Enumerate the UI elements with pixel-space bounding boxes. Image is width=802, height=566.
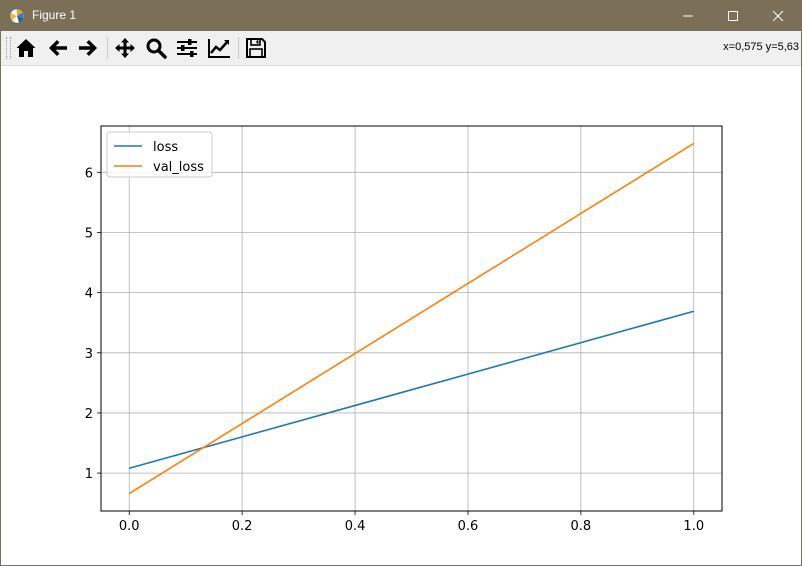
figure-canvas[interactable]: 0.0 0.2 0.4 0.6 0.8 1.0 1 2 3 4 5 6 loss val_loss (1, 66, 801, 565)
minimize-icon (683, 15, 693, 17)
x-tick-label: 0.0 (119, 519, 140, 534)
magnifier-icon (146, 38, 167, 59)
pan-button[interactable] (111, 34, 139, 62)
toolbar-separator (107, 37, 108, 59)
x-tick-label: 0.2 (232, 519, 253, 534)
toolbar-grip[interactable] (6, 37, 11, 59)
minimize-button[interactable] (665, 1, 711, 31)
x-tick-label: 1.0 (683, 519, 704, 534)
legend-label: val_loss (153, 160, 204, 175)
subplots-button[interactable] (173, 34, 201, 62)
legend: loss val_loss (106, 131, 213, 178)
matplotlib-logo-icon (9, 8, 25, 24)
floppy-disk-icon (246, 38, 266, 58)
plot: 0.0 0.2 0.4 0.6 0.8 1.0 1 2 3 4 5 6 loss val_loss (85, 125, 723, 534)
navigation-toolbar: x=0,575 y=5,63 (1, 31, 801, 66)
arrow-left-icon (49, 40, 67, 56)
arrow-right-icon (79, 40, 97, 56)
y-tick-label: 6 (85, 166, 93, 181)
x-tick-label: 0.4 (345, 519, 366, 534)
y-tick-label: 3 (85, 347, 93, 362)
y-tick-label: 4 (85, 287, 93, 302)
save-button[interactable] (242, 34, 270, 62)
home-icon (16, 39, 36, 57)
y-tick-label: 5 (85, 226, 93, 241)
back-button[interactable] (44, 34, 72, 62)
x-tick-label: 0.8 (571, 519, 592, 534)
zoom-button[interactable] (142, 34, 170, 62)
edit-axes-button[interactable] (205, 34, 233, 62)
maximize-icon (728, 11, 738, 21)
move-icon (115, 38, 135, 58)
close-button[interactable] (755, 1, 801, 31)
forward-button[interactable] (74, 34, 102, 62)
home-button[interactable] (12, 34, 40, 62)
y-tick-label: 1 (85, 467, 93, 482)
y-tick-label: 2 (85, 407, 93, 422)
maximize-button[interactable] (710, 1, 756, 31)
title-bar[interactable]: Figure 1 (1, 1, 801, 31)
cursor-coordinates: x=0,575 y=5,63 (723, 41, 799, 53)
close-icon (772, 10, 784, 22)
window-title: Figure 1 (32, 8, 77, 22)
figure-window: Figure 1 x=0,575 y=5,63 0.0 0.2 0.4 0.6 … (0, 0, 802, 566)
sliders-icon (177, 39, 197, 57)
line-chart-icon (208, 39, 230, 58)
toolbar-separator (238, 37, 239, 59)
x-tick-label: 0.6 (458, 519, 479, 534)
legend-label: loss (153, 140, 178, 155)
